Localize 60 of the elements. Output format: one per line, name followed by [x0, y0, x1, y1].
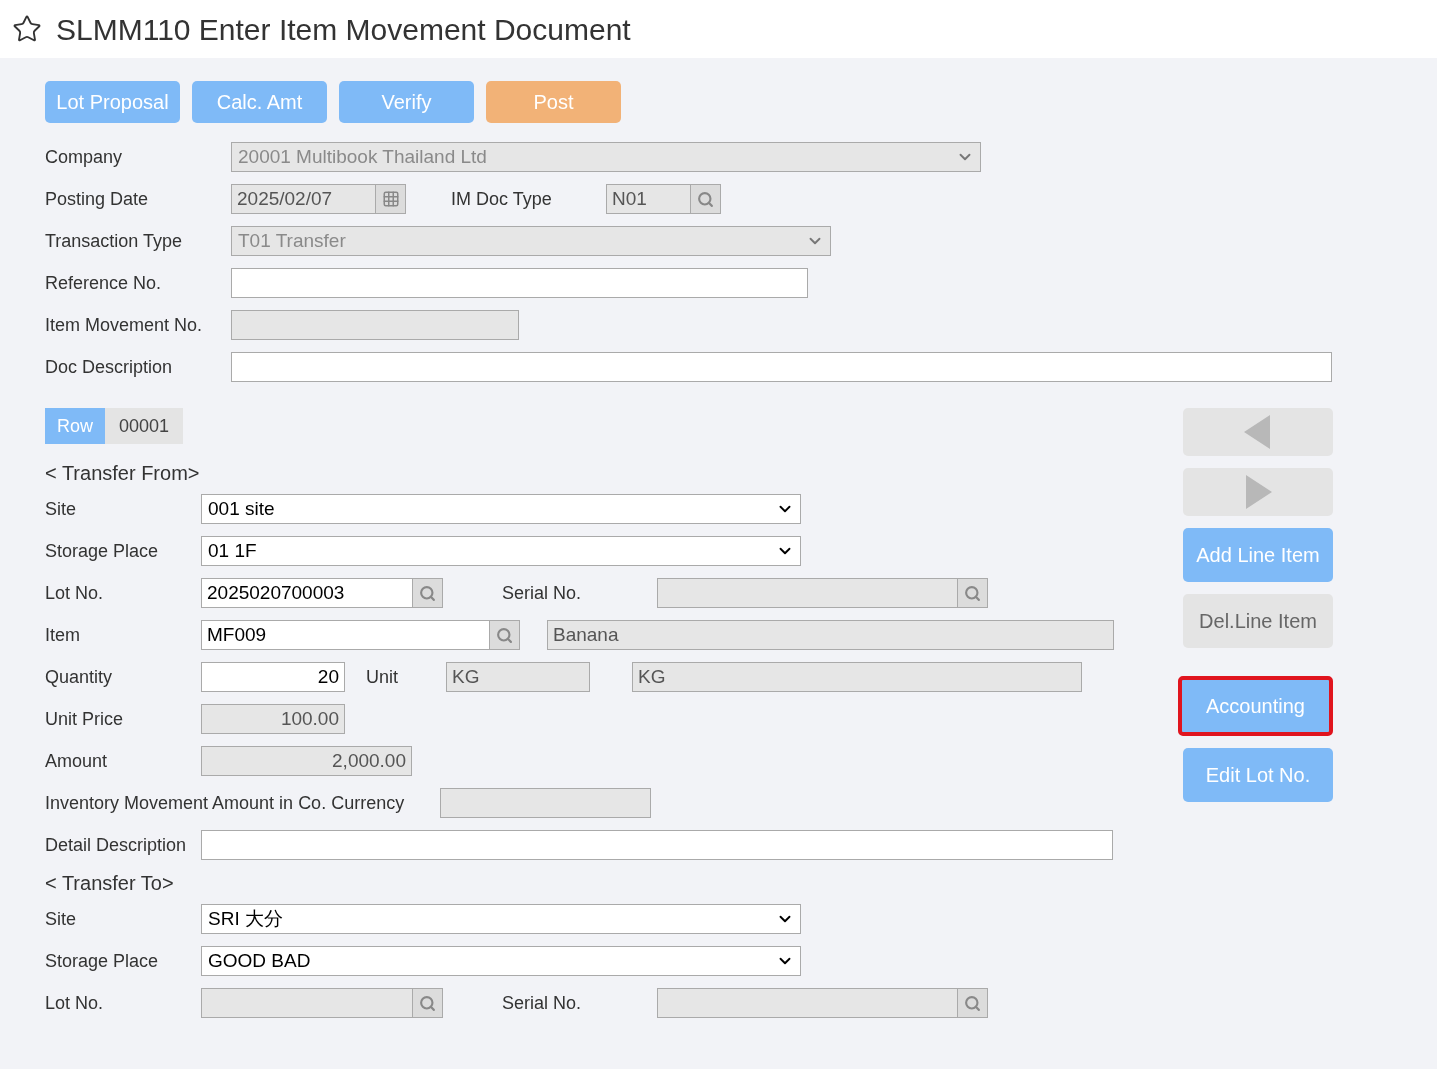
input-field[interactable] — [231, 268, 808, 298]
search-button[interactable] — [413, 988, 443, 1018]
field-label: Lot No. — [45, 992, 104, 1013]
unit-name-field[interactable]: KG — [632, 662, 1082, 692]
field-label: Quantity — [45, 666, 113, 687]
select-field[interactable]: 001 site — [201, 494, 801, 524]
search-icon — [419, 994, 436, 1012]
field-label: Serial No. — [502, 581, 583, 605]
input-field[interactable] — [440, 788, 651, 818]
field-label: Company — [45, 146, 123, 167]
right-triangle-icon — [1244, 475, 1272, 509]
input-field[interactable]: 2025020700003 — [201, 578, 413, 608]
field-label: Site — [45, 908, 77, 929]
field-label: Lot No. — [45, 582, 104, 603]
input-field[interactable] — [201, 830, 1113, 860]
input-field[interactable]: KG — [446, 662, 590, 692]
input-field[interactable] — [231, 352, 1332, 382]
row-number: 00001 — [105, 408, 183, 444]
input-field[interactable]: 20 — [201, 662, 345, 692]
field-label: Inventory Movement Amount in Co. Currency — [45, 791, 406, 815]
field-label: Transaction Type — [45, 230, 183, 251]
search-button[interactable] — [958, 578, 988, 608]
input-field[interactable]: 2,000.00 — [201, 746, 412, 776]
field-label: Reference No. — [45, 272, 162, 293]
left-triangle-icon — [1244, 415, 1272, 449]
field-label: Unit Price — [45, 708, 124, 729]
search-button[interactable] — [490, 620, 520, 650]
calendar-icon — [381, 190, 400, 208]
favorite-star-icon[interactable] — [12, 14, 42, 44]
search-icon — [419, 584, 436, 602]
search-icon — [496, 626, 513, 644]
calendar-button[interactable] — [376, 184, 406, 214]
field-label: Item — [45, 624, 80, 645]
select-field[interactable]: GOOD BAD — [201, 946, 801, 976]
field-label: Amount — [45, 750, 108, 771]
field-label: IM Doc Type — [451, 187, 553, 211]
search-button[interactable] — [958, 988, 988, 1018]
section-heading: < Transfer From> — [45, 461, 201, 486]
field-label: Detail Description — [45, 834, 187, 855]
field-label: Storage Place — [45, 540, 159, 561]
row-label: Row — [45, 408, 105, 444]
select-field[interactable]: SRI 大分 — [201, 904, 801, 934]
item-name-field[interactable]: Banana — [547, 620, 1114, 650]
search-icon — [697, 190, 714, 208]
search-button[interactable] — [691, 184, 721, 214]
input-field[interactable]: 100.00 — [201, 704, 345, 734]
page-title: SLMM110 Enter Item Movement Document — [56, 11, 631, 48]
field-label: Posting Date — [45, 188, 149, 209]
select-field[interactable]: 01 1F — [201, 536, 801, 566]
field-label: Doc Description — [45, 356, 173, 377]
search-button[interactable] — [413, 578, 443, 608]
section-heading: < Transfer To> — [45, 871, 175, 896]
field-label: Storage Place — [45, 950, 159, 971]
field-label: Item Movement No. — [45, 314, 203, 335]
search-icon — [964, 584, 981, 602]
input-field[interactable]: MF009 — [201, 620, 490, 650]
field-label: Site — [45, 498, 77, 519]
search-icon — [964, 994, 981, 1012]
field-label: Unit — [366, 665, 399, 689]
field-label: Serial No. — [502, 991, 583, 1015]
